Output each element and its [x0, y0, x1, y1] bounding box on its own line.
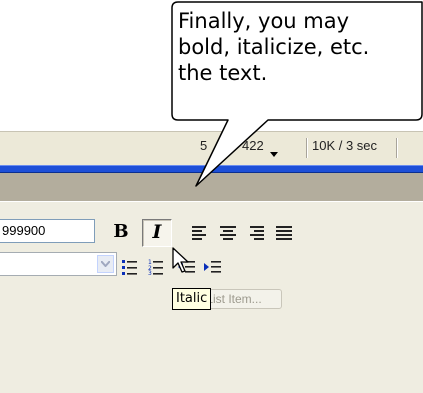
- size-field[interactable]: 999900: [0, 219, 95, 243]
- svg-text:3: 3: [148, 270, 152, 275]
- align-justify-icon[interactable]: [276, 226, 292, 240]
- align-right-icon[interactable]: [248, 226, 264, 240]
- align-left-icon[interactable]: [192, 226, 208, 240]
- callout-line: Finally, you may: [178, 9, 350, 33]
- align-center-icon[interactable]: [220, 226, 236, 240]
- callout-line: the text.: [178, 61, 268, 85]
- chevron-down-icon[interactable]: [97, 255, 114, 273]
- format-select[interactable]: [0, 252, 117, 276]
- callout-text: Finally, you may bold, italicize, etc. t…: [178, 8, 423, 86]
- callout-line: bold, italicize, etc.: [178, 35, 370, 59]
- italic-button[interactable]: I: [142, 219, 172, 247]
- italic-tooltip: Italic: [172, 288, 212, 310]
- bold-button[interactable]: B: [110, 221, 132, 243]
- indent-icon[interactable]: [204, 259, 221, 275]
- mouse-pointer-icon: [172, 247, 190, 280]
- unordered-list-icon[interactable]: [122, 259, 138, 275]
- ordered-list-icon[interactable]: 123: [148, 259, 164, 277]
